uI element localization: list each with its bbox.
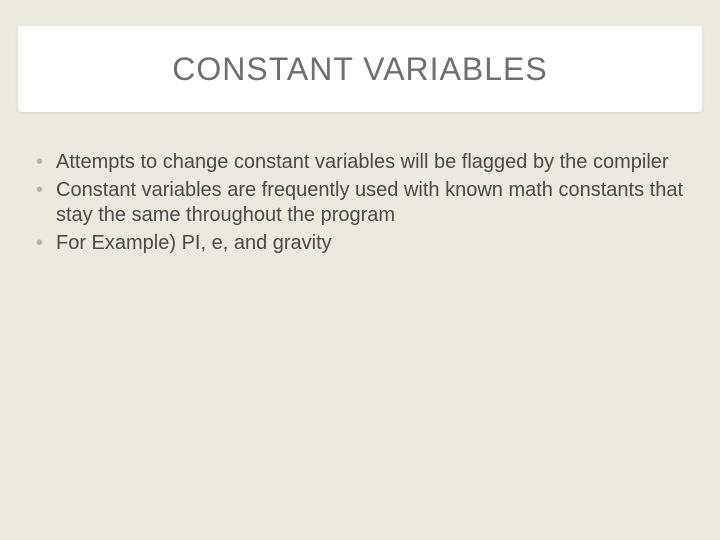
list-item: Attempts to change constant variables wi… [34,150,686,176]
slide-title: CONSTANT VARIABLES [172,51,547,88]
bullet-list: Attempts to change constant variables wi… [34,150,686,256]
slide-body: Attempts to change constant variables wi… [34,150,686,258]
title-card: CONSTANT VARIABLES [18,26,702,112]
list-item: Constant variables are frequently used w… [34,178,686,229]
list-item: For Example) PI, e, and gravity [34,231,686,257]
